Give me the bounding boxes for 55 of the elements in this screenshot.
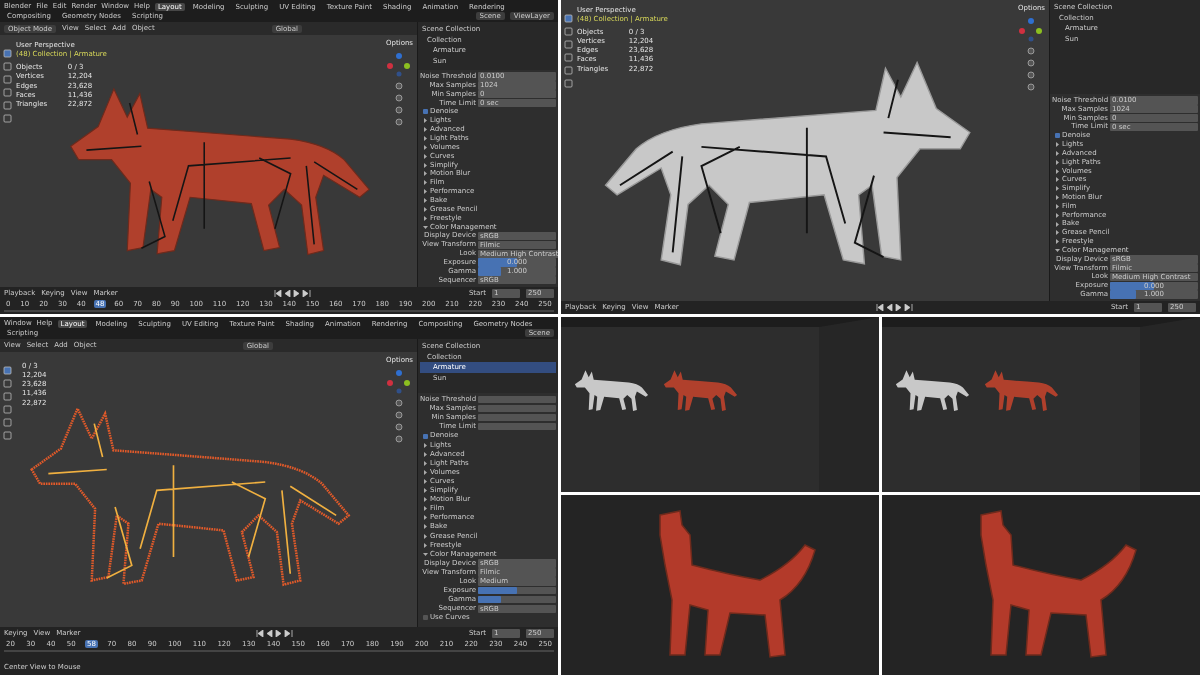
disclosure-caret-icon[interactable] xyxy=(1055,159,1060,165)
disclosure-caret-icon[interactable] xyxy=(423,224,428,230)
disclosure-caret-icon[interactable] xyxy=(423,118,428,124)
disclosure-caret-icon[interactable] xyxy=(423,189,428,195)
disclosure-caret-icon[interactable] xyxy=(423,551,428,557)
playback-controls-icon[interactable] xyxy=(254,629,295,637)
disclosure-caret-icon[interactable] xyxy=(1055,195,1060,200)
disclosure-caret-icon[interactable] xyxy=(423,136,428,142)
disclosure-caret-icon[interactable] xyxy=(423,542,428,548)
property-slider[interactable] xyxy=(478,587,556,595)
disclosure-caret-icon[interactable] xyxy=(423,198,428,204)
disclosure-caret-icon[interactable] xyxy=(1055,150,1060,156)
checkbox[interactable] xyxy=(1055,133,1060,139)
disclosure-caret-icon[interactable] xyxy=(423,162,428,168)
playback-controls-icon[interactable] xyxy=(874,303,915,311)
disclosure-caret-icon[interactable] xyxy=(423,144,428,150)
disclosure-caret-icon[interactable] xyxy=(423,153,428,159)
checkbox[interactable] xyxy=(423,615,428,621)
disclosure-caret-icon[interactable] xyxy=(1055,142,1060,148)
disclosure-caret-icon[interactable] xyxy=(1055,203,1060,209)
property-field[interactable] xyxy=(478,414,556,422)
disclosure-caret-icon[interactable] xyxy=(423,524,428,530)
property-field[interactable] xyxy=(478,396,556,404)
disclosure-caret-icon[interactable] xyxy=(423,460,428,466)
disclosure-caret-icon[interactable] xyxy=(423,533,428,539)
playback-controls-icon[interactable] xyxy=(273,289,314,297)
disclosure-caret-icon[interactable] xyxy=(1055,168,1060,174)
property-slider[interactable] xyxy=(478,596,556,604)
axis-gizmo-icon[interactable] xyxy=(1018,17,1045,44)
disclosure-caret-icon[interactable] xyxy=(423,171,428,177)
property-field[interactable] xyxy=(478,423,556,431)
disclosure-caret-icon[interactable] xyxy=(1055,177,1060,183)
disclosure-caret-icon[interactable] xyxy=(423,206,428,212)
disclosure-caret-icon[interactable] xyxy=(423,479,428,484)
disclosure-caret-icon[interactable] xyxy=(423,488,428,494)
checkbox[interactable] xyxy=(423,433,428,439)
axis-gizmo-icon[interactable] xyxy=(386,52,413,79)
disclosure-caret-icon[interactable] xyxy=(423,506,428,512)
disclosure-caret-icon[interactable] xyxy=(1055,239,1060,245)
disclosure-caret-icon[interactable] xyxy=(423,442,428,448)
axis-gizmo-icon[interactable] xyxy=(386,369,413,396)
disclosure-caret-icon[interactable] xyxy=(1055,230,1060,236)
disclosure-caret-icon[interactable] xyxy=(423,469,428,475)
disclosure-caret-icon[interactable] xyxy=(423,497,428,503)
disclosure-caret-icon[interactable] xyxy=(423,215,428,221)
disclosure-caret-icon[interactable] xyxy=(423,127,428,133)
disclosure-caret-icon[interactable] xyxy=(423,515,428,521)
disclosure-caret-icon[interactable] xyxy=(1055,212,1060,218)
disclosure-caret-icon[interactable] xyxy=(423,180,428,186)
property-field[interactable] xyxy=(478,405,556,413)
disclosure-caret-icon[interactable] xyxy=(423,451,428,457)
disclosure-caret-icon[interactable] xyxy=(1055,221,1060,227)
disclosure-caret-icon[interactable] xyxy=(1055,186,1060,192)
checkbox[interactable] xyxy=(423,109,428,115)
disclosure-caret-icon[interactable] xyxy=(1055,248,1060,253)
